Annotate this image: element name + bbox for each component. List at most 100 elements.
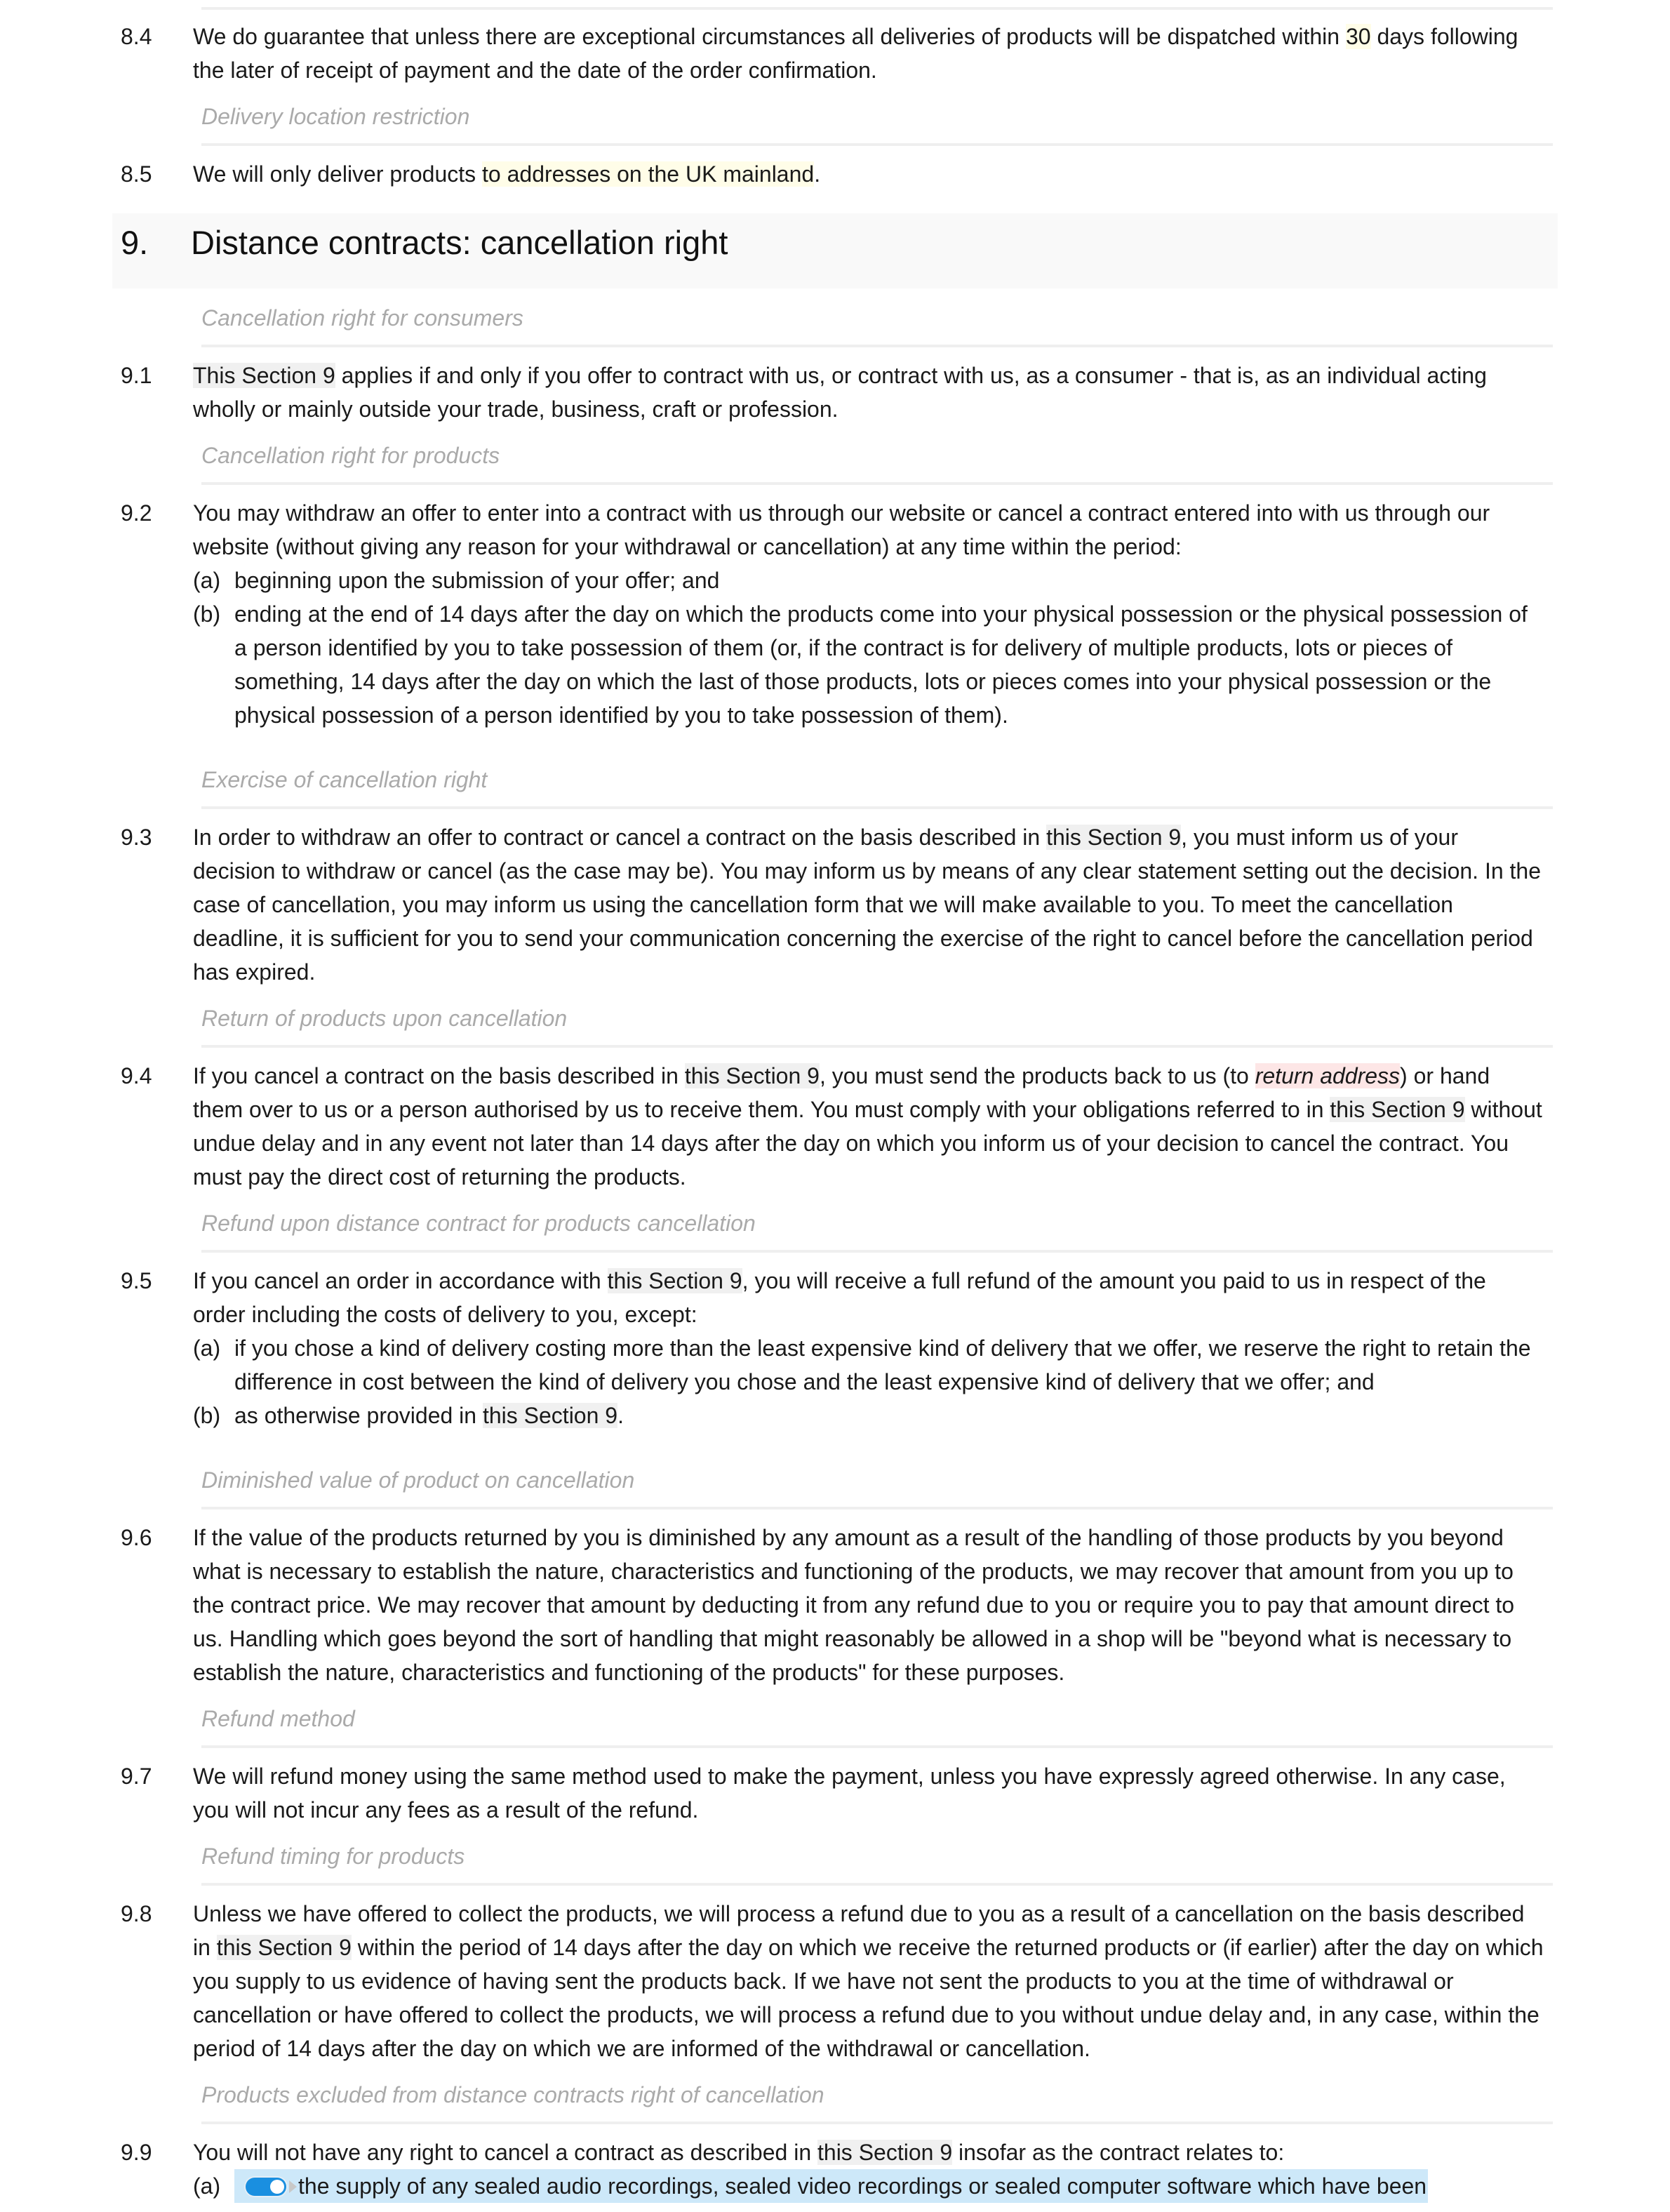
clause-body: You will not have any right to cancel a … (193, 2136, 1544, 2203)
clause-number: 9.1 (121, 363, 152, 388)
cross-reference-link[interactable]: This Section 9 (193, 363, 335, 388)
clause-body: Unless we have offered to collect the pr… (193, 1897, 1544, 2065)
sub-item-list: (a) if you chose a kind of delivery cost… (193, 1331, 1544, 1432)
clause-9-5: 9.5 If you cancel an order in accordance… (112, 1264, 1558, 1463)
variable-delivery-location[interactable]: to addresses on the UK mainland (482, 161, 815, 187)
list-item: (a) beginning upon the submission of you… (193, 564, 1544, 597)
clause-text: You may withdraw an offer to enter into … (193, 500, 1490, 559)
cross-reference-link[interactable]: this Section 9 (817, 2140, 953, 2165)
subheading-label: Delivery location restriction (201, 104, 470, 129)
clause-number: 9.2 (121, 500, 152, 526)
subheading-rule (201, 1745, 1553, 1748)
variable-delivery-days[interactable]: 30 (1345, 24, 1371, 49)
subheading-rule (201, 806, 1553, 809)
toggle-knob (270, 2179, 284, 2194)
clause-text: We will only deliver products (193, 161, 483, 187)
subheading: Delivery location restriction (201, 87, 1553, 146)
clause-8-4: 8.4 We do guarantee that unless there ar… (112, 20, 1558, 87)
expand-arrow-icon[interactable] (289, 2180, 297, 2193)
subheading-label: Cancellation right for products (201, 443, 500, 468)
subheading-rule (201, 2121, 1553, 2124)
list-item-text: as otherwise provided in this Section 9. (234, 1399, 1544, 1432)
list-marker: (a) (193, 2173, 221, 2199)
clause-9-2: 9.2 You may withdraw an offer to enter i… (112, 496, 1558, 763)
clause-text: . (814, 161, 821, 187)
clause-text: as otherwise provided in (234, 1403, 483, 1428)
clause-number: 9.6 (121, 1525, 152, 1550)
subheading-rule (201, 7, 1553, 10)
subheading: Return of products upon cancellation (201, 989, 1553, 1048)
subheading: Cancellation right for products (201, 426, 1553, 485)
subheading-rule (201, 143, 1553, 146)
clause-body: We do guarantee that unless there are ex… (193, 20, 1544, 87)
list-marker: (a) (193, 568, 221, 593)
clause-text: We will refund money using the same meth… (193, 1764, 1506, 1823)
section-title: Distance contracts: cancellation right (191, 224, 728, 261)
clause-text: We do guarantee that unless there are ex… (193, 24, 1346, 49)
subheading-label: Refund method (201, 1706, 355, 1731)
clause-9-9: 9.9 You will not have any right to cance… (112, 2136, 1558, 2203)
cross-reference-link[interactable]: this Section 9 (1330, 1097, 1465, 1122)
clause-9-8: 9.8 Unless we have offered to collect th… (112, 1897, 1558, 2065)
clause-8-5: 8.5 We will only deliver products to add… (112, 157, 1558, 191)
list-item-text: ending at the end of 14 days after the d… (234, 601, 1528, 728)
clause-number: 8.4 (121, 24, 152, 49)
clause-text: In order to withdraw an offer to contrac… (193, 825, 1047, 850)
clause-9-4: 9.4 If you cancel a contract on the basi… (112, 1059, 1558, 1194)
clause-number: 9.7 (121, 1764, 152, 1789)
subheading-rule (201, 1045, 1553, 1048)
subheading-rule (201, 1250, 1553, 1253)
clause-number: 9.9 (121, 2140, 152, 2165)
clause-9-7: 9.7 We will refund money using the same … (112, 1759, 1558, 1827)
subheading-rule (201, 345, 1553, 347)
cross-reference-link[interactable]: this Section 9 (216, 1935, 352, 1960)
subheading-rule (201, 1883, 1553, 1886)
sub-item-list: (a) the supply of any sealed audio recor… (193, 2169, 1544, 2203)
cross-reference-link[interactable]: this Section 9 (607, 1268, 742, 1293)
variable-return-address[interactable]: return address (1255, 1063, 1401, 1088)
list-item: (a) the supply of any sealed audio recor… (193, 2169, 1544, 2203)
cross-reference-link[interactable]: this Section 9 (482, 1403, 618, 1428)
list-item: (b) ending at the end of 14 days after t… (193, 597, 1544, 732)
list-marker: (b) (193, 601, 221, 627)
clause-text: If you cancel an order in accordance wit… (193, 1268, 608, 1293)
clause-text: within the period of 14 days after the d… (193, 1935, 1544, 2061)
subheading: Products excluded from distance contract… (201, 2065, 1553, 2124)
subheading: Refund method (201, 1689, 1553, 1748)
subheading-label: Refund upon distance contract for produc… (201, 1211, 756, 1236)
clause-text: You will not have any right to cancel a … (193, 2140, 817, 2165)
list-item: (a) if you chose a kind of delivery cost… (193, 1331, 1544, 1399)
subheading-label: Products excluded from distance contract… (201, 2082, 824, 2107)
subheading: Refund timing for products (201, 1827, 1553, 1886)
subheading-label: Cancellation right for consumers (201, 305, 523, 331)
clause-text: , you must send the products back to us … (819, 1063, 1255, 1088)
optional-clause-toggle[interactable] (246, 2177, 286, 2196)
clause-body: If you cancel a contract on the basis de… (193, 1059, 1544, 1194)
cross-reference-link[interactable]: this Section 9 (684, 1063, 820, 1088)
clause-text: applies if and only if you offer to cont… (193, 363, 1487, 422)
list-item-text: beginning upon the submission of your of… (234, 568, 720, 593)
subheading: Refund upon distance contract for produc… (201, 1194, 1553, 1253)
clause-body: We will refund money using the same meth… (193, 1759, 1544, 1827)
list-marker: (a) (193, 1335, 221, 1361)
list-item-text: the supply of any sealed audio recording… (298, 2173, 1427, 2199)
section-heading-9: 9. Distance contracts: cancellation righ… (112, 213, 1558, 288)
clause-text: insofar as the contract relates to: (952, 2140, 1285, 2165)
optional-item-content: the supply of any sealed audio recording… (234, 2169, 1544, 2203)
subheading: Diminished value of product on cancellat… (201, 1463, 1553, 1510)
cross-reference-link[interactable]: this Section 9 (1046, 825, 1182, 850)
clause-body: If the value of the products returned by… (193, 1521, 1544, 1689)
clause-9-3: 9.3 In order to withdraw an offer to con… (112, 820, 1558, 989)
subheading-label: Diminished value of product on cancellat… (201, 1467, 635, 1493)
clause-body: In order to withdraw an offer to contrac… (193, 820, 1544, 989)
document-page: 8.4 We do guarantee that unless there ar… (0, 7, 1558, 2203)
clause-text: If the value of the products returned by… (193, 1525, 1515, 1685)
clause-body: You may withdraw an offer to enter into … (193, 496, 1544, 763)
subheading-rule (201, 1507, 1553, 1510)
clause-number: 9.5 (121, 1268, 152, 1293)
subheading-label: Return of products upon cancellation (201, 1006, 568, 1031)
clause-body: We will only deliver products to address… (193, 157, 1544, 191)
clause-body: This Section 9 applies if and only if yo… (193, 359, 1544, 426)
clause-number: 8.5 (121, 161, 152, 187)
section-number: 9. (121, 224, 149, 261)
